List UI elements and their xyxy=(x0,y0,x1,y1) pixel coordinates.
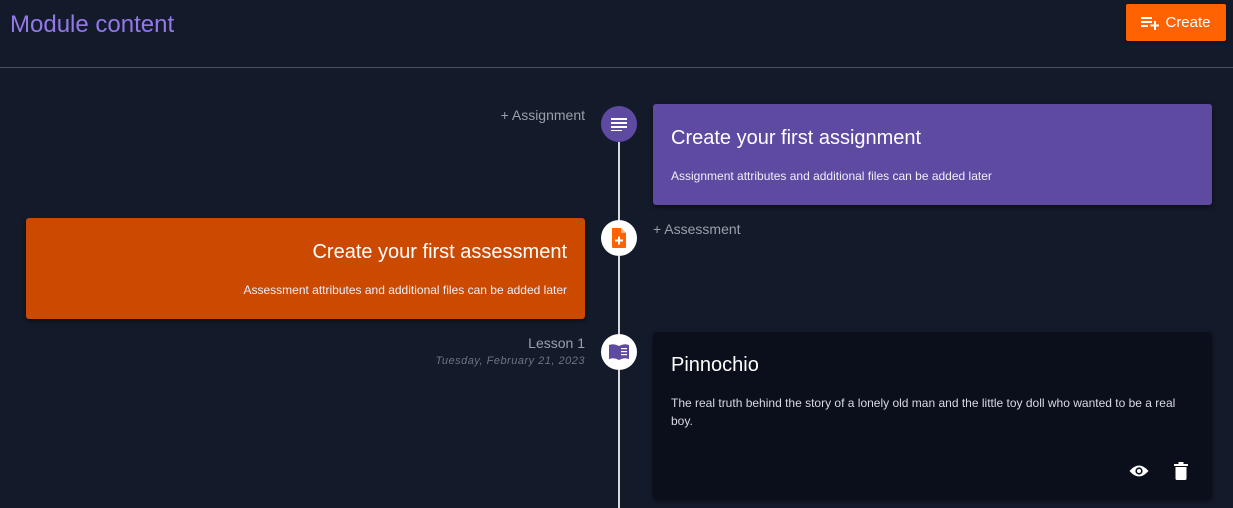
card-description: Assignment attributes and additional fil… xyxy=(671,169,992,183)
lesson-title: Pinnochio xyxy=(671,354,759,376)
card-title: Create your first assessment xyxy=(312,241,567,263)
assessment-node xyxy=(601,220,637,256)
playlist-add-icon xyxy=(1141,16,1160,30)
add-assignment-link[interactable]: + Assignment xyxy=(420,107,585,123)
eye-icon xyxy=(1129,465,1149,477)
trash-icon xyxy=(1174,462,1188,480)
file-plus-icon xyxy=(612,228,626,248)
lesson-label: Lesson 1 xyxy=(528,335,585,351)
card-description: Assessment attributes and additional fil… xyxy=(243,283,567,297)
timeline-line xyxy=(618,256,620,334)
lesson-actions xyxy=(1128,460,1192,482)
create-button[interactable]: Create xyxy=(1126,4,1226,41)
lesson-description: The real truth behind the story of a lon… xyxy=(671,396,1176,428)
delete-lesson-button[interactable] xyxy=(1170,460,1192,482)
view-lesson-button[interactable] xyxy=(1128,460,1150,482)
lesson-card[interactable]: Pinnochio The real truth behind the stor… xyxy=(653,332,1212,499)
lesson-date: Tuesday, February 21, 2023 xyxy=(435,355,585,367)
page-title: Module content xyxy=(10,11,175,38)
book-icon xyxy=(609,344,629,360)
create-assessment-card[interactable]: Create your first assessment Assessment … xyxy=(26,218,585,319)
create-button-label: Create xyxy=(1165,14,1211,31)
lesson-node xyxy=(601,334,637,370)
timeline-line xyxy=(618,370,620,508)
header-divider xyxy=(0,67,1233,68)
timeline-line xyxy=(618,142,620,220)
module-content-page: Module content Create + Assignment Creat… xyxy=(0,0,1233,508)
assignment-node xyxy=(601,106,637,142)
list-icon xyxy=(611,118,627,131)
add-assessment-link[interactable]: + Assessment xyxy=(653,221,803,237)
card-title: Create your first assignment xyxy=(671,127,922,149)
create-assignment-card[interactable]: Create your first assignment Assignment … xyxy=(653,104,1212,205)
